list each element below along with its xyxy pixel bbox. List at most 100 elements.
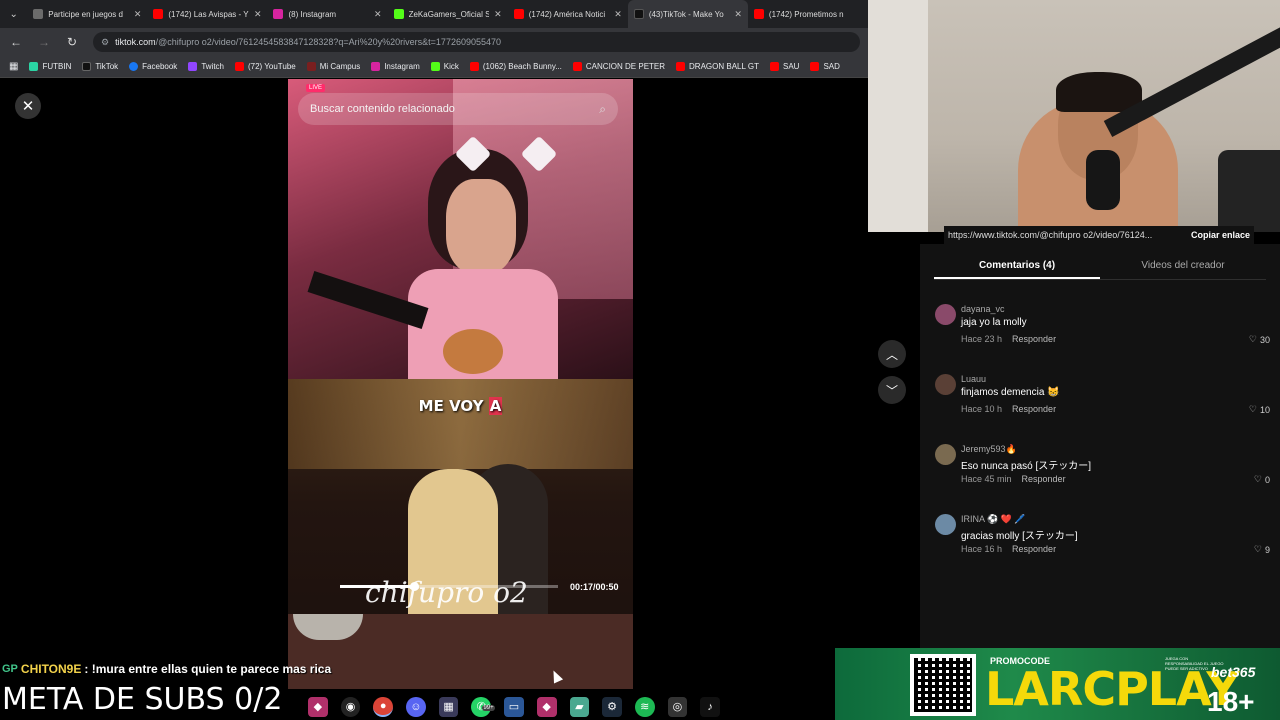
tab-creator-videos[interactable]: Videos del creador bbox=[1100, 252, 1266, 279]
app-icon[interactable]: ◎ bbox=[667, 696, 688, 717]
comment-text: gracias molly [ステッカー] bbox=[961, 531, 1078, 542]
comment-username[interactable]: Luauu bbox=[961, 374, 986, 384]
bookmark-instagram[interactable]: Instagram bbox=[371, 62, 420, 71]
spotify-icon[interactable]: ≋ bbox=[634, 696, 655, 717]
tab-close-icon[interactable]: ✕ bbox=[494, 9, 502, 20]
heart-icon: ♡ bbox=[1253, 474, 1262, 484]
browser-tab[interactable]: ZeKaGamers_Oficial S ✕ bbox=[388, 0, 508, 28]
bookmark-facebook[interactable]: Facebook bbox=[129, 62, 177, 71]
folder-icon[interactable]: ▰ bbox=[569, 696, 590, 717]
comment-item: IRINA ⚽ ❤️ 🖊️ gracias molly [ステッカー] Hace… bbox=[934, 514, 1270, 574]
browser-tab-bar: ⌄ Participe en juegos d ✕ (1742) Las Avis… bbox=[0, 0, 868, 28]
avatar[interactable] bbox=[935, 514, 956, 535]
previous-video-button[interactable]: ︿ bbox=[878, 340, 906, 368]
browser-tab[interactable]: (1742) América Notici ✕ bbox=[508, 0, 628, 28]
instagram-icon bbox=[371, 62, 381, 71]
video-top-frame: LIVE Buscar contenido relacionado ⌕ bbox=[288, 79, 633, 379]
apps-grid-icon[interactable]: ▦ bbox=[9, 61, 18, 72]
whatsapp-icon[interactable]: ✆ 99+ bbox=[471, 696, 495, 717]
chat-username: CHITON9E bbox=[20, 662, 82, 676]
instagram-favicon-icon bbox=[273, 9, 284, 19]
like-count: 9 bbox=[1264, 544, 1270, 555]
back-arrow-icon[interactable]: ← bbox=[9, 35, 23, 49]
chrome-icon[interactable]: ● bbox=[373, 696, 394, 717]
window-icon[interactable]: ▭ bbox=[504, 696, 524, 717]
url-path: /@chifupro o2/video/7612454583847128328?… bbox=[155, 37, 501, 47]
youtube-icon bbox=[676, 62, 686, 71]
browser-tab[interactable]: Participe en juegos d ✕ bbox=[27, 0, 147, 28]
comments-panel: Comentarios (4) Videos del creador dayan… bbox=[920, 244, 1280, 648]
age-restriction-badge: 18+ bbox=[1207, 686, 1255, 717]
reload-icon[interactable]: ↻ bbox=[65, 35, 79, 49]
tab-close-icon[interactable]: ✕ bbox=[134, 9, 142, 20]
bookmark-beach-bunny[interactable]: (1062) Beach Bunny... bbox=[469, 62, 562, 71]
reply-button[interactable]: Responder bbox=[1012, 544, 1056, 554]
url-host: tiktok.com bbox=[115, 37, 156, 47]
youtube-icon bbox=[469, 62, 479, 71]
like-button[interactable]: ♡ 10 bbox=[1249, 404, 1270, 415]
browser-tab[interactable]: (1742) Prometimos n bbox=[748, 0, 868, 28]
tab-close-icon[interactable]: ✕ bbox=[614, 9, 622, 20]
avatar[interactable] bbox=[935, 374, 956, 395]
tiktok-favicon-icon bbox=[633, 9, 644, 19]
whatsapp-badge: 99+ bbox=[482, 704, 495, 711]
close-video-button[interactable]: ✕ bbox=[15, 93, 41, 119]
bookmark-futbin[interactable]: FUTBIN bbox=[29, 62, 71, 71]
reply-button[interactable]: Responder bbox=[1022, 474, 1066, 484]
forward-arrow-icon[interactable]: → bbox=[37, 35, 51, 49]
bookmark-cancion-de-peter[interactable]: CANCION DE PETER bbox=[572, 62, 665, 71]
browser-tab[interactable]: (8) Instagram ✕ bbox=[267, 0, 387, 28]
bookmark-sau[interactable]: SAU bbox=[769, 62, 799, 71]
avatar[interactable] bbox=[935, 444, 956, 465]
bookmark-tiktok[interactable]: TikTok bbox=[82, 62, 118, 71]
discord-icon[interactable]: ☺ bbox=[406, 696, 426, 717]
bookmark-dragon-ball-gt[interactable]: DRAGON BALL GT bbox=[676, 62, 759, 71]
site-info-icon[interactable]: ⚙ bbox=[101, 37, 109, 48]
tiktok-icon[interactable]: ♪ bbox=[700, 696, 720, 717]
bookmark-kick[interactable]: Kick bbox=[430, 62, 459, 71]
calculator-icon[interactable]: ▦ bbox=[438, 696, 459, 717]
comment-username[interactable]: dayana_vc bbox=[961, 304, 1005, 314]
bookmark-sad[interactable]: SAD bbox=[810, 62, 840, 71]
screen: ⌄ Participe en juegos d ✕ (1742) Las Avis… bbox=[0, 0, 1280, 720]
tab-comments[interactable]: Comentarios (4) bbox=[934, 252, 1100, 279]
share-link[interactable]: https://www.tiktok.com/@chifupro o2/vide… bbox=[948, 230, 1181, 240]
next-video-button[interactable]: ﹀ bbox=[878, 376, 906, 404]
tab-search-chevron-icon[interactable]: ⌄ bbox=[0, 0, 27, 28]
app-icon[interactable]: ◆ bbox=[308, 696, 328, 717]
streamer-webcam bbox=[868, 0, 1280, 232]
like-button[interactable]: ♡ 0 bbox=[1254, 474, 1270, 485]
comment-item: Jeremy593🔥 Eso nunca pasó [ステッカー] Hace 4… bbox=[934, 444, 1270, 504]
related-search-input[interactable]: Buscar contenido relacionado ⌕ bbox=[298, 93, 618, 125]
tab-close-icon[interactable]: ✕ bbox=[374, 9, 382, 20]
copy-link-button[interactable]: Copiar enlace bbox=[1191, 230, 1250, 240]
qr-code bbox=[910, 654, 976, 716]
like-button[interactable]: ♡ 30 bbox=[1249, 334, 1270, 345]
browser-tab[interactable]: (1742) Las Avispas - Y ✕ bbox=[147, 0, 267, 28]
heart-icon: ♡ bbox=[1253, 544, 1262, 554]
address-bar-row: ← → ↻ ⚙ tiktok.com/@chifupro o2/video/76… bbox=[0, 28, 868, 56]
app-icon[interactable]: ◆ bbox=[536, 696, 557, 717]
taskbar: ◆ ◉ ● ☺ ▦ ✆ 99+ ▭ ◆ ▰ ⚙ ≋ ◎ ♪ bbox=[300, 693, 720, 720]
like-button[interactable]: ♡ 9 bbox=[1254, 544, 1270, 555]
tab-close-icon[interactable]: ✕ bbox=[254, 9, 262, 20]
comment-time: Hace 16 h bbox=[961, 544, 1003, 554]
bookmark-twitch[interactable]: Twitch bbox=[188, 62, 224, 71]
bookmark-mi-campus[interactable]: Mi Campus bbox=[306, 62, 360, 71]
reply-button[interactable]: Responder bbox=[1012, 334, 1056, 344]
chevron-down-icon: ﹀ bbox=[885, 383, 898, 398]
chat-badge: GP bbox=[2, 663, 18, 675]
obs-icon[interactable]: ◉ bbox=[340, 696, 361, 717]
search-icon[interactable]: ⌕ bbox=[599, 102, 606, 117]
comment-username[interactable]: IRINA ⚽ ❤️ 🖊️ bbox=[961, 514, 1026, 525]
comment-username[interactable]: Jeremy593🔥 bbox=[961, 444, 1017, 455]
heart-icon: ♡ bbox=[1248, 404, 1257, 414]
url-field[interactable]: ⚙ tiktok.com/@chifupro o2/video/76124545… bbox=[93, 32, 860, 52]
bookmark-youtube[interactable]: (72) YouTube bbox=[234, 62, 296, 71]
browser-tab-active[interactable]: (43)TikTok - Make Yo ✕ bbox=[627, 0, 748, 28]
avatar[interactable] bbox=[935, 304, 956, 325]
chat-text: : !mura entre ellas quien te parece mas … bbox=[84, 662, 332, 676]
steam-icon[interactable]: ⚙ bbox=[602, 696, 622, 717]
tab-close-icon[interactable]: ✕ bbox=[734, 9, 742, 20]
reply-button[interactable]: Responder bbox=[1012, 404, 1056, 414]
